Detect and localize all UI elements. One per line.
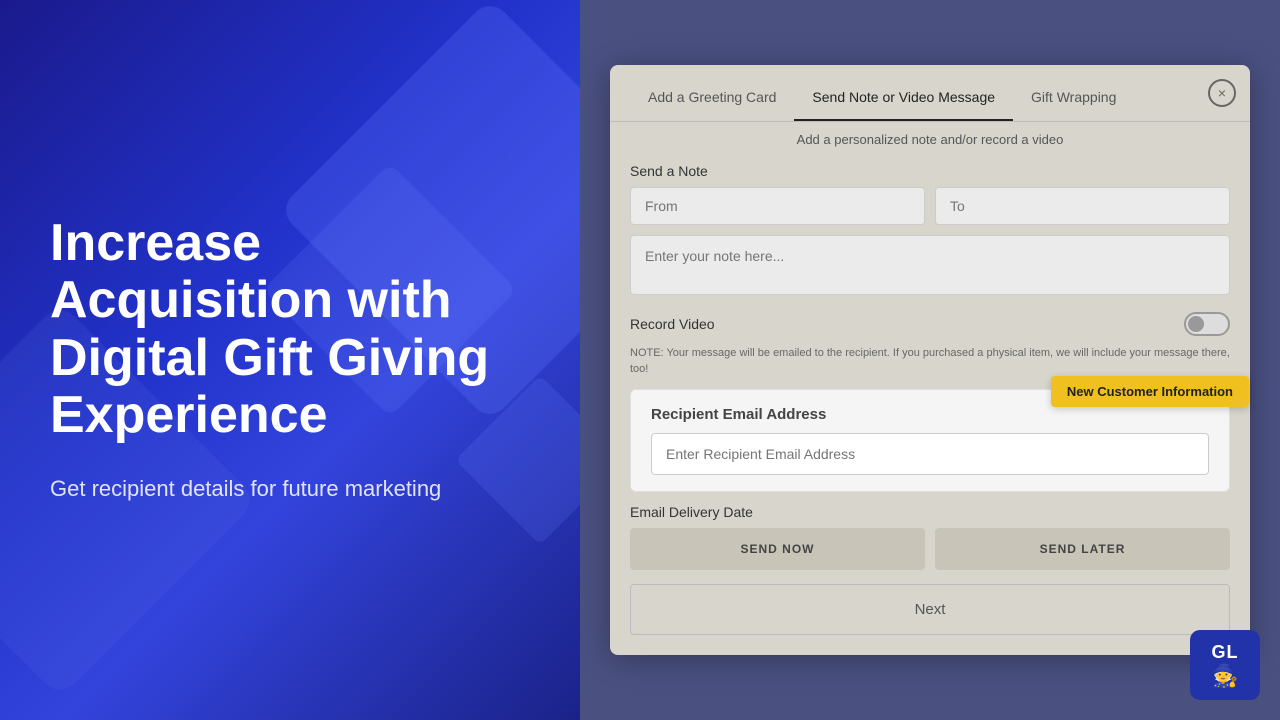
modal-body: Send a Note Record Video NOTE: Your mess… xyxy=(610,153,1250,655)
tab-gift-wrapping[interactable]: Gift Wrapping xyxy=(1013,75,1134,121)
note-disclaimer: NOTE: Your message will be emailed to th… xyxy=(630,346,1230,377)
close-button[interactable]: × xyxy=(1208,79,1236,107)
modal: × Add a Greeting Card Send Note or Video… xyxy=(610,65,1250,655)
send-note-label: Send a Note xyxy=(630,163,1230,179)
recipient-email-input[interactable] xyxy=(651,433,1209,475)
send-later-button[interactable]: SEND LATER xyxy=(935,528,1230,570)
next-button[interactable]: Next xyxy=(630,584,1230,635)
from-to-row xyxy=(630,187,1230,225)
recipient-label: Recipient Email Address xyxy=(651,406,1209,423)
record-video-toggle[interactable] xyxy=(1184,312,1230,336)
to-input[interactable] xyxy=(935,187,1230,225)
tab-subtitle: Add a personalized note and/or record a … xyxy=(610,122,1250,153)
record-video-label: Record Video xyxy=(630,316,715,332)
sub-heading: Get recipient details for future marketi… xyxy=(50,474,530,505)
new-customer-badge: New Customer Information xyxy=(1051,376,1249,407)
right-panel: × Add a Greeting Card Send Note or Video… xyxy=(580,0,1280,720)
left-panel: Increase Acquisition with Digital Gift G… xyxy=(0,0,580,720)
main-heading: Increase Acquisition with Digital Gift G… xyxy=(50,215,530,444)
from-input[interactable] xyxy=(630,187,925,225)
tab-greeting-card[interactable]: Add a Greeting Card xyxy=(630,75,794,121)
logo-badge: GL 🧙 xyxy=(1190,630,1260,700)
email-delivery-label: Email Delivery Date xyxy=(630,504,1230,520)
send-buttons-row: SEND NOW SEND LATER xyxy=(630,528,1230,570)
logo-icon: 🧙 xyxy=(1211,663,1238,689)
note-textarea[interactable] xyxy=(630,235,1230,295)
tab-bar: Add a Greeting Card Send Note or Video M… xyxy=(610,65,1250,122)
tab-send-note[interactable]: Send Note or Video Message xyxy=(794,75,1013,121)
recipient-section: New Customer Information Recipient Email… xyxy=(630,389,1230,492)
record-video-row: Record Video xyxy=(630,312,1230,336)
send-now-button[interactable]: SEND NOW xyxy=(630,528,925,570)
logo-letters: GL xyxy=(1211,642,1238,663)
